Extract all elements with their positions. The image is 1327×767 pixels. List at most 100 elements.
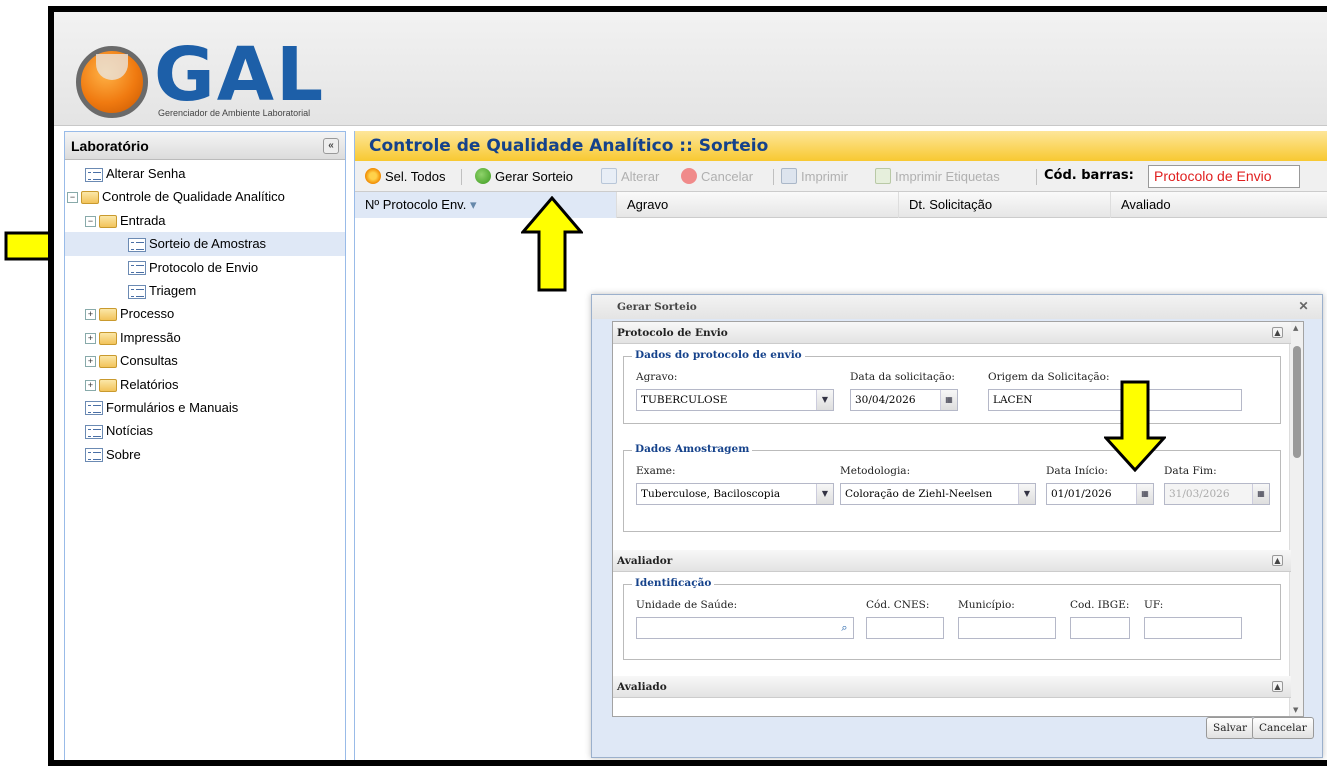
cancel-button[interactable]: Cancelar (681, 168, 753, 184)
data-inicio-field[interactable]: 01/01/2026 ▦ (1046, 483, 1154, 505)
agravo-value: TUBERCULOSE (641, 394, 728, 406)
data-solicitacao-field[interactable]: 30/04/2026 ▦ (850, 389, 958, 411)
tree-item-protocolo-envio[interactable]: Protocolo de Envio (65, 256, 345, 279)
tree-item-sorteio-amostras[interactable]: Sorteio de Amostras (65, 232, 345, 256)
chevron-down-icon[interactable]: ▼ (816, 484, 833, 504)
logo-text: GAL (154, 32, 326, 118)
cnes-label: Cód. CNES: (866, 599, 930, 611)
cancel-label: Cancelar (701, 168, 754, 184)
tree-item-label: Entrada (120, 212, 166, 228)
exame-label: Exame: (636, 465, 676, 477)
pointer-arrow-down-icon (1104, 380, 1166, 472)
tree-item-label: Formulários e Manuais (106, 399, 239, 415)
tree-item-entrada[interactable]: − Entrada (65, 209, 345, 232)
add-circle-icon (475, 168, 491, 184)
chevron-down-icon[interactable]: ▼ (1018, 484, 1035, 504)
section-avaliador-body: Identificação Unidade de Saúde: ⌕ Cód. C… (613, 572, 1291, 676)
dialog-title-bar: Gerar Sorteio ✕ (592, 295, 1322, 319)
generate-draw-label: Gerar Sorteio (495, 168, 574, 184)
unidade-saude-field[interactable]: ⌕ (636, 617, 854, 639)
fieldset-dados-protocolo: Dados do protocolo de envio Agravo: TUBE… (623, 349, 1281, 424)
expand-node-icon[interactable]: + (85, 379, 96, 391)
print-button[interactable]: Imprimir (781, 168, 848, 184)
data-solicitacao-label: Data da solicitação: (850, 371, 955, 383)
calendar-icon[interactable]: ▦ (1136, 484, 1153, 504)
cancel-dialog-button[interactable]: Cancelar (1252, 717, 1314, 739)
fieldset-identificacao: Identificação Unidade de Saúde: ⌕ Cód. C… (623, 577, 1281, 660)
tree-item-relatorios[interactable]: + Relatórios (65, 373, 345, 396)
collapse-node-icon[interactable]: − (85, 215, 96, 227)
calendar-icon[interactable]: ▦ (1252, 484, 1269, 504)
data-fim-field[interactable]: 31/03/2026 ▦ (1164, 483, 1270, 505)
cnes-field[interactable] (866, 617, 944, 639)
column-header-agravo[interactable]: Agravo (617, 192, 899, 218)
exame-select[interactable]: Tuberculose, Baciloscopia ▼ (636, 483, 834, 505)
sort-desc-icon: ▾ (469, 197, 477, 212)
select-all-button[interactable]: Sel. Todos (365, 168, 445, 184)
section-avaliador-header: Avaliador ▲ (613, 550, 1291, 572)
tree-item-alterar-senha[interactable]: Alterar Senha (65, 162, 345, 185)
scroll-down-icon[interactable]: ▼ (1293, 706, 1298, 714)
section-protocolo-body: Dados do protocolo de envio Agravo: TUBE… (613, 344, 1291, 550)
expand-node-icon[interactable]: + (85, 356, 96, 368)
tree-item-sobre[interactable]: Sobre (65, 443, 345, 466)
scrollbar-thumb[interactable] (1293, 346, 1301, 458)
tree-item-label: Consultas (120, 353, 178, 369)
collapse-sidebar-button[interactable]: « (323, 138, 339, 154)
folder-icon (99, 308, 117, 322)
edit-button[interactable]: Alterar (601, 168, 659, 184)
tree-item-consultas[interactable]: + Consultas (65, 349, 345, 372)
ibge-field[interactable] (1070, 617, 1130, 639)
column-header-avaliado[interactable]: Avaliado (1111, 192, 1327, 218)
select-all-label: Sel. Todos (385, 168, 446, 184)
tree-item-formularios-manuais[interactable]: Formulários e Manuais (65, 396, 345, 419)
print-labels-button[interactable]: Imprimir Etiquetas (875, 168, 1000, 184)
sun-icon (365, 168, 381, 184)
uf-label: UF: (1144, 599, 1164, 611)
tree-item-triagem[interactable]: Triagem (65, 279, 345, 302)
tree-item-controle-qualidade[interactable]: − Controle de Qualidade Analítico (65, 185, 345, 208)
tree-item-processo[interactable]: + Processo (65, 302, 345, 325)
sidebar: Laboratório « Alterar Senha − Controle de… (64, 131, 346, 760)
expand-node-icon[interactable]: + (85, 332, 96, 344)
municipio-label: Município: (958, 599, 1015, 611)
collapse-section-icon[interactable]: ▲ (1272, 327, 1283, 338)
scroll-up-icon[interactable]: ▲ (1293, 324, 1298, 332)
uf-field[interactable] (1144, 617, 1242, 639)
print-labels-label: Imprimir Etiquetas (895, 168, 1000, 184)
tree-item-label: Sobre (106, 446, 141, 462)
search-icon[interactable]: ⌕ (836, 618, 853, 638)
data-inicio-label: Data Início: (1046, 465, 1108, 477)
fieldset-dados-amostragem: Dados Amostragem Exame: Tuberculose, Bac… (623, 443, 1281, 532)
data-solicitacao-value: 30/04/2026 (855, 394, 916, 406)
page-title: Controle de Qualidade Analítico :: Sorte… (355, 131, 1327, 161)
toolbar-separator (1036, 169, 1037, 185)
unidade-saude-label: Unidade de Saúde: (636, 599, 738, 611)
metodologia-select[interactable]: Coloração de Ziehl-Neelsen ▼ (840, 483, 1036, 505)
column-header-label: Nº Protocolo Env. (365, 197, 467, 212)
tree-item-label: Processo (120, 306, 175, 322)
tree-item-noticias[interactable]: Notícias (65, 419, 345, 442)
generate-draw-button[interactable]: Gerar Sorteio (475, 168, 573, 184)
section-title: Avaliador (617, 555, 673, 567)
collapse-section-icon[interactable]: ▲ (1272, 555, 1283, 566)
page-icon (128, 237, 146, 252)
collapse-node-icon[interactable]: − (67, 192, 78, 204)
expand-node-icon[interactable]: + (85, 309, 96, 321)
gal-logo: GAL Gerenciador de Ambiente Laboratorial (72, 24, 372, 120)
close-icon[interactable]: ✕ (1297, 300, 1310, 313)
save-button[interactable]: Salvar (1206, 717, 1255, 739)
dialog-title: Gerar Sorteio (617, 301, 697, 313)
collapse-section-icon[interactable]: ▲ (1272, 681, 1283, 692)
fieldset-legend: Dados do protocolo de envio (632, 349, 805, 361)
exame-value: Tuberculose, Baciloscopia (641, 488, 781, 500)
chevron-down-icon[interactable]: ▼ (816, 390, 833, 410)
agravo-select[interactable]: TUBERCULOSE ▼ (636, 389, 834, 411)
calendar-icon[interactable]: ▦ (940, 390, 957, 410)
dialog-scrollbar[interactable]: ▲ ▼ (1289, 322, 1303, 716)
tree-item-impressao[interactable]: + Impressão (65, 326, 345, 349)
column-header-dt-solicitacao[interactable]: Dt. Solicitação (899, 192, 1111, 218)
barcode-input[interactable]: Protocolo de Envio (1148, 165, 1300, 188)
municipio-field[interactable] (958, 617, 1056, 639)
dialog-body: ▲ ▼ Protocolo de Envio ▲ Dados do protoc… (612, 321, 1304, 717)
